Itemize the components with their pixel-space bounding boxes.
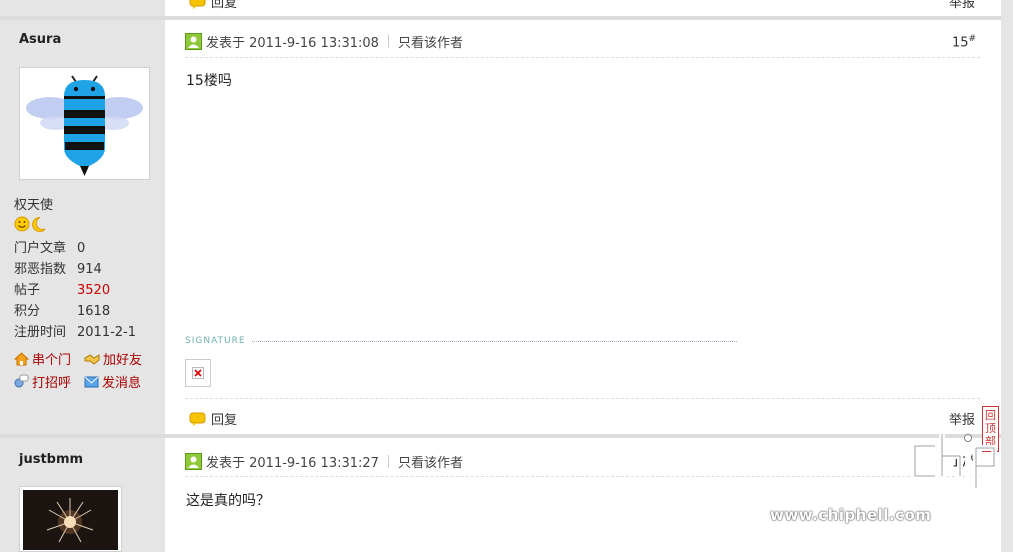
- send-message-link[interactable]: 发消息: [84, 372, 141, 391]
- author-name[interactable]: justbmm: [19, 452, 83, 467]
- author-actions: 串个门 加好友 打招呼 发消息: [14, 349, 164, 391]
- stat-value: 914: [77, 262, 102, 277]
- footer-divider-line: [185, 398, 980, 399]
- post-meta: 发表于 2011-9-16 13:31:27 只看该作者: [185, 452, 463, 471]
- stat-row: 门户文章 0: [14, 238, 136, 259]
- reply-button[interactable]: 回复: [189, 409, 237, 428]
- add-friend-label: 加好友: [103, 353, 143, 368]
- stat-value: 2011-2-1: [77, 325, 137, 340]
- reply-icon: [189, 0, 206, 9]
- greet-link[interactable]: 打招呼: [14, 372, 71, 391]
- reply-label: 回复: [211, 0, 238, 11]
- floor-value: 15: [952, 35, 969, 51]
- reply-icon: [189, 412, 206, 426]
- rank-title: 权天使: [14, 198, 54, 213]
- broken-image-icon: [192, 367, 204, 379]
- greet-icon: [14, 374, 29, 388]
- post-time: 发表于 2011-9-16 13:31:27: [206, 456, 379, 471]
- report-link[interactable]: 举报: [949, 409, 975, 428]
- prev-report-link[interactable]: 举报: [949, 0, 975, 11]
- medals: [14, 216, 48, 236]
- signature-dots: [251, 340, 737, 342]
- visit-label: 串个门: [32, 353, 72, 368]
- meta-divider: [387, 35, 389, 48]
- post-meta: 发表于 2011-9-16 13:31:08 只看该作者: [185, 32, 463, 51]
- stat-label: 注册时间: [14, 325, 67, 340]
- post-time: 发表于 2011-9-16 13:31:08: [206, 36, 379, 51]
- only-author-link[interactable]: 只看该作者: [398, 32, 463, 51]
- avatar[interactable]: [19, 486, 122, 552]
- stat-label: 帖子: [14, 283, 41, 298]
- stat-value: 0: [77, 241, 86, 256]
- post-area-1: [165, 20, 1001, 434]
- online-user-icon: [185, 453, 202, 470]
- smiley-sun-icon: [14, 216, 46, 232]
- stat-row: 注册时间 2011-2-1: [14, 322, 136, 343]
- prev-reply-button[interactable]: 回复: [189, 0, 237, 11]
- only-author-link[interactable]: 只看该作者: [398, 452, 463, 471]
- stat-row: 帖子 3520: [14, 280, 136, 301]
- stat-label: 积分: [14, 304, 41, 319]
- reply-label: 回复: [211, 413, 238, 428]
- signature-broken-image: [185, 359, 211, 387]
- signature-label: SIGNATURE: [185, 336, 246, 346]
- avatar[interactable]: [19, 67, 150, 180]
- signature-divider: SIGNATURE: [185, 336, 737, 346]
- handshake-icon: [84, 353, 100, 365]
- meta-divider: [387, 455, 389, 468]
- stat-row: 邪恶指数 914: [14, 259, 136, 280]
- add-friend-link[interactable]: 加好友: [84, 349, 142, 368]
- floor-number[interactable]: 15#: [952, 34, 976, 50]
- stat-value[interactable]: 3520: [77, 280, 110, 301]
- stat-row: 积分 1618: [14, 301, 136, 322]
- envelope-icon: [84, 376, 99, 387]
- online-user-icon: [185, 33, 202, 50]
- stat-label: 邪恶指数: [14, 262, 67, 277]
- watermark-url: www.chiphell.com: [770, 506, 932, 524]
- post-content: 15楼吗: [186, 73, 232, 89]
- visit-space-link[interactable]: 串个门: [14, 349, 71, 368]
- post-area-top: [165, 0, 1001, 16]
- floor-hash: #: [968, 34, 977, 44]
- post-content: 这是真的吗？: [186, 493, 270, 509]
- greet-label: 打招呼: [32, 376, 72, 391]
- author-stats: 门户文章 0 邪恶指数 914 帖子 3520 积分 1618 注册时间 2011-2-1: [14, 238, 136, 343]
- meta-divider-line: [185, 57, 980, 58]
- stat-label: 门户文章: [14, 241, 67, 256]
- android-bee-avatar: [26, 75, 143, 176]
- fireworks-avatar: [23, 490, 118, 550]
- author-name[interactable]: Asura: [19, 32, 61, 47]
- home-icon: [14, 351, 29, 365]
- stat-value: 1618: [77, 304, 111, 319]
- message-label: 发消息: [102, 376, 142, 391]
